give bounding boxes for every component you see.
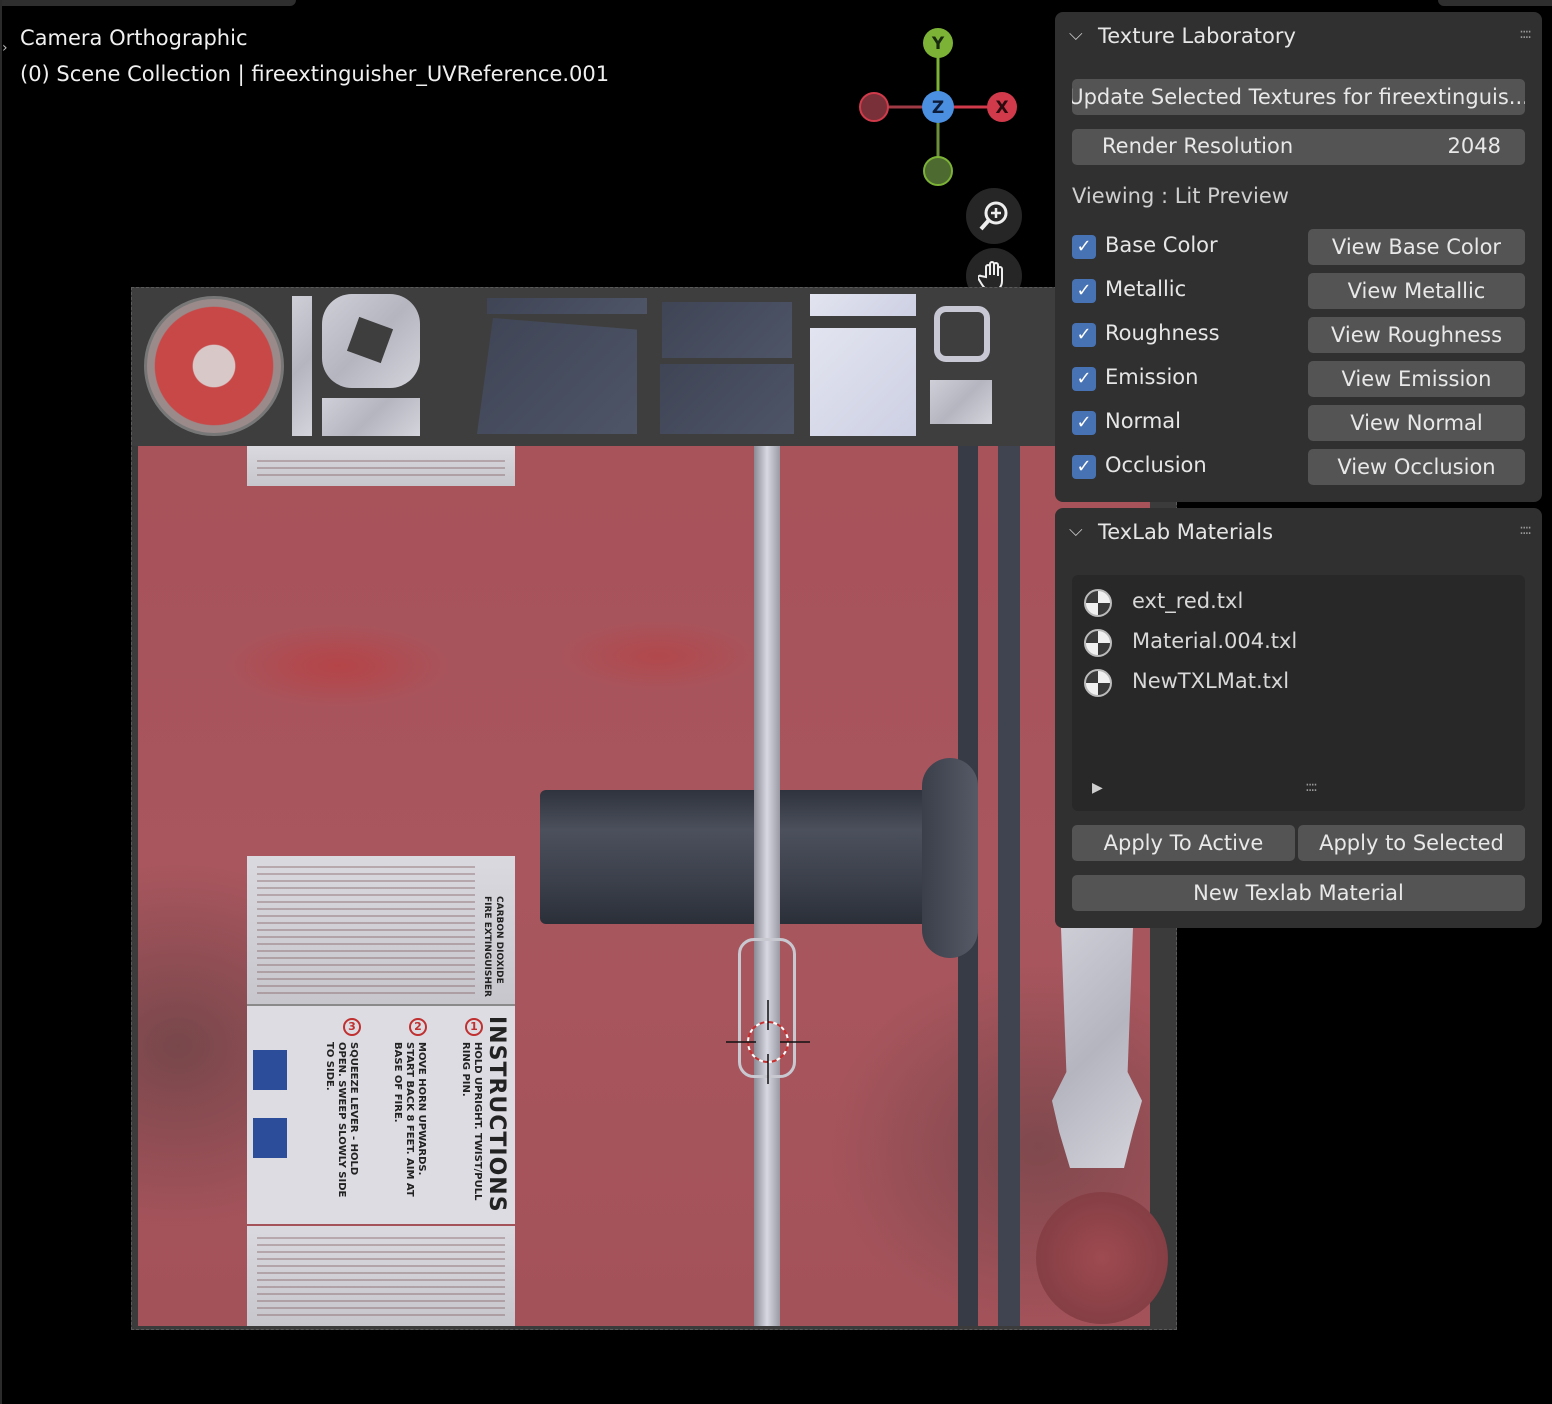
update-textures-button[interactable]: Update Selected Textures for fireextingu… — [1072, 79, 1525, 115]
pressure-gauge-texture — [144, 296, 284, 436]
instructions-label: INSTRUCTIONS 1 HOLD UPRIGHT. TWIST/PULL … — [247, 1004, 515, 1224]
label-strip-bottom — [247, 1226, 515, 1326]
hose-bell-texture — [922, 758, 978, 958]
list-item[interactable]: NewTXLMat.txl — [1084, 664, 1504, 698]
header-fragment-right — [1438, 0, 1552, 6]
view-emission-button[interactable]: View Emission — [1308, 361, 1525, 397]
panel-title: TexLab Materials — [1098, 520, 1274, 544]
cursor-3d-icon[interactable] — [726, 1000, 810, 1084]
channel-metallic[interactable]: ✓ Metallic — [1072, 273, 1292, 309]
list-item[interactable]: Material.004.txl — [1084, 624, 1504, 658]
view-normal-button[interactable]: View Normal — [1308, 405, 1525, 441]
step-3-text: SQUEEZE LEVER - HOLD OPEN. SWEEP SLOWLY … — [324, 1042, 359, 1198]
carbon-dioxide-text: CARBON DIOXIDE FIRE EXTINGUISHER — [482, 896, 504, 997]
step-1-text: HOLD UPRIGHT. TWIST/PULL RING PIN. — [460, 1042, 483, 1201]
gizmo-z-label: Z — [932, 98, 944, 118]
material-name: Material.004.txl — [1132, 629, 1298, 653]
chevron-down-icon[interactable]: ⌵ — [1069, 520, 1083, 541]
metal-ring-texture — [322, 294, 420, 388]
view-roughness-button[interactable]: View Roughness — [1308, 317, 1525, 353]
navy-piece-3 — [662, 302, 792, 358]
metal-pipe-texture — [754, 446, 780, 1326]
channel-roughness[interactable]: ✓ Roughness — [1072, 317, 1292, 353]
uv-top-row — [132, 288, 1176, 446]
texlab-materials-panel: ⌵ TexLab Materials :::: ext_red.txl Mate… — [1055, 508, 1542, 928]
navigation-gizmo[interactable]: Y X Z — [850, 20, 1030, 190]
toolbar-edge — [0, 0, 2, 1404]
apply-to-active-button[interactable]: Apply To Active — [1072, 825, 1295, 861]
material-icon — [1084, 669, 1112, 697]
channel-label: Metallic — [1105, 277, 1187, 301]
checkbox[interactable]: ✓ — [1072, 279, 1096, 303]
zoom-icon[interactable] — [966, 188, 1022, 244]
navy-piece-2 — [487, 298, 647, 314]
scene-info-label: (0) Scene Collection | fireextinguisher_… — [20, 62, 610, 86]
step-2-badge: 2 — [409, 1018, 427, 1036]
metal-strip-texture — [292, 296, 312, 436]
channel-base-color[interactable]: ✓ Base Color — [1072, 229, 1292, 265]
uv-texture-canvas[interactable]: CARBON DIOXIDE FIRE EXTINGUISHER INSTRUC… — [131, 287, 1177, 1330]
toolbar-expand-icon[interactable]: › — [2, 40, 8, 56]
texture-laboratory-header[interactable]: ⌵ Texture Laboratory :::: — [1055, 12, 1542, 62]
view-metallic-button[interactable]: View Metallic — [1308, 273, 1525, 309]
drag-handle-icon[interactable]: :::: — [1519, 26, 1532, 42]
render-resolution-label: Render Resolution — [1102, 134, 1294, 158]
material-icon — [1084, 629, 1112, 657]
view-mode-label: Camera Orthographic — [20, 26, 248, 50]
chevron-down-icon[interactable]: ⌵ — [1069, 24, 1083, 45]
new-texlab-material-button[interactable]: New Texlab Material — [1072, 875, 1525, 911]
material-name: ext_red.txl — [1132, 589, 1244, 613]
channel-label: Normal — [1105, 409, 1181, 433]
channel-normal[interactable]: ✓ Normal — [1072, 405, 1292, 441]
navy-piece-4 — [660, 364, 794, 434]
panel-title: Texture Laboratory — [1098, 24, 1296, 48]
material-icon — [1084, 589, 1112, 617]
channel-emission[interactable]: ✓ Emission — [1072, 361, 1292, 397]
list-resize-handle-icon[interactable]: :::: — [1305, 779, 1318, 795]
metal-octagon-texture — [934, 306, 990, 362]
gizmo-y-label: Y — [931, 34, 945, 54]
viewing-mode-label: Viewing : Lit Preview — [1072, 184, 1289, 208]
red-disc-texture — [1036, 1192, 1168, 1324]
metal-block-texture — [322, 398, 420, 436]
metal-bracket-texture — [930, 380, 992, 424]
channel-occlusion[interactable]: ✓ Occlusion — [1072, 449, 1292, 485]
instructions-title: INSTRUCTIONS — [484, 1016, 509, 1213]
render-resolution-value: 2048 — [1447, 134, 1501, 158]
channel-label: Base Color — [1105, 233, 1218, 257]
checkbox[interactable]: ✓ — [1072, 367, 1096, 391]
header-fragment — [0, 0, 296, 6]
checkbox[interactable]: ✓ — [1072, 455, 1096, 479]
material-list[interactable]: ext_red.txl Material.004.txl NewTXLMat.t… — [1072, 575, 1525, 811]
checkbox[interactable]: ✓ — [1072, 323, 1096, 347]
fire-class-icon-1 — [253, 1050, 287, 1090]
navy-piece-1 — [477, 318, 637, 434]
list-item[interactable]: ext_red.txl — [1084, 584, 1504, 618]
drag-handle-icon[interactable]: :::: — [1519, 522, 1532, 538]
step-1-badge: 1 — [465, 1018, 483, 1036]
pale-piece-1 — [810, 294, 916, 316]
channel-label: Emission — [1105, 365, 1199, 389]
step-2-text: MOVE HORN UPWARDS. START BACK 8 FEET. AI… — [392, 1042, 427, 1197]
step-3-badge: 3 — [343, 1018, 361, 1036]
apply-to-selected-button[interactable]: Apply to Selected — [1298, 825, 1525, 861]
label-strip-top — [247, 446, 515, 486]
expand-triangle-icon[interactable]: ▶ — [1092, 780, 1103, 796]
pale-piece-2 — [810, 328, 916, 436]
render-resolution-field[interactable]: Render Resolution 2048 — [1072, 129, 1525, 165]
3d-viewport[interactable]: › Camera Orthographic (0) Scene Collecti… — [0, 0, 1552, 1404]
view-occlusion-button[interactable]: View Occlusion — [1308, 449, 1525, 485]
channel-label: Roughness — [1105, 321, 1220, 345]
texture-laboratory-panel: ⌵ Texture Laboratory :::: Update Selecte… — [1055, 12, 1542, 502]
fire-class-icon-2 — [253, 1118, 287, 1158]
gizmo-x-label: X — [995, 98, 1008, 118]
material-name: NewTXLMat.txl — [1132, 669, 1290, 693]
label-strip-carbon: CARBON DIOXIDE FIRE EXTINGUISHER — [247, 856, 515, 1004]
dark-rail-texture-2 — [998, 446, 1020, 1326]
checkbox[interactable]: ✓ — [1072, 411, 1096, 435]
checkbox[interactable]: ✓ — [1072, 235, 1096, 259]
view-base-color-button[interactable]: View Base Color — [1308, 229, 1525, 265]
texlab-materials-header[interactable]: ⌵ TexLab Materials :::: — [1055, 508, 1542, 558]
channel-label: Occlusion — [1105, 453, 1207, 477]
